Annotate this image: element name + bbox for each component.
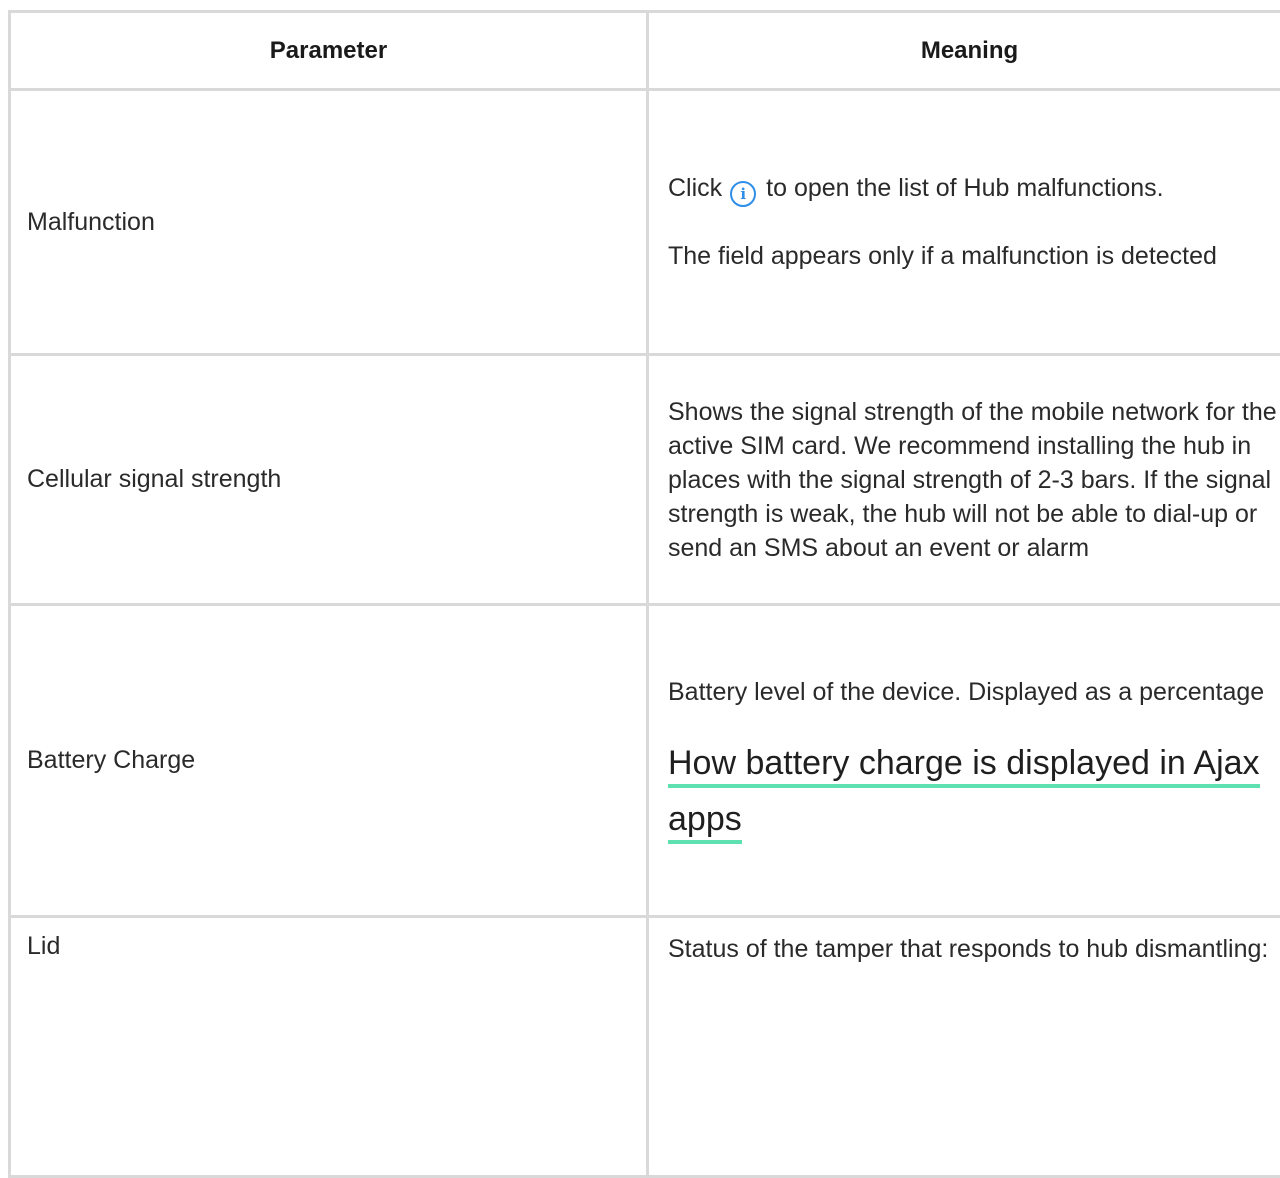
parameter-cell: Malfunction	[11, 91, 649, 353]
header-meaning: Meaning	[649, 13, 1280, 88]
table-header-row: Parameter Meaning	[11, 13, 1280, 91]
parameter-cell: Lid	[11, 918, 649, 1175]
header-parameter: Parameter	[11, 13, 649, 88]
meaning-after-icon-text: to open the list of Hub malfunctions.	[766, 174, 1164, 202]
meaning-cell: Status of the tamper that responds to hu…	[649, 918, 1280, 1175]
battery-link-wrapper: How battery charge is displayed in Ajax …	[668, 735, 1278, 847]
meaning-text: Status of the tamper that responds to hu…	[668, 935, 1269, 963]
meaning-note: The field appears only if a malfunction …	[668, 242, 1217, 270]
meaning-cell: Shows the signal strength of the mobile …	[649, 356, 1280, 603]
parameter-cell: Cellular signal strength	[11, 356, 649, 603]
meaning-cell: Battery level of the device. Displayed a…	[649, 606, 1280, 915]
table-row-malfunction: Malfunction Click i to open the list of Hu…	[11, 91, 1280, 356]
meaning-text: Click i to open the list of Hub malfunctio…	[668, 171, 1278, 207]
parameters-table: Parameter Meaning Malfunction Click i to o…	[8, 10, 1280, 1178]
parameter-cell: Battery Charge	[11, 606, 649, 915]
table-row-lid: Lid Status of the tamper that responds t…	[11, 918, 1280, 1178]
meaning-click-text: Click	[668, 174, 723, 202]
table-row-cellular-signal: Cellular signal strength Shows the signa…	[11, 356, 1280, 606]
info-icon[interactable]: i	[730, 181, 757, 207]
meaning-text: Battery level of the device. Displayed a…	[668, 677, 1265, 706]
meaning-text: Shows the signal strength of the mobile …	[668, 397, 1277, 562]
meaning-cell: Click i to open the list of Hub malfunctio…	[649, 91, 1280, 353]
table-row-battery-charge: Battery Charge Battery level of the devi…	[11, 606, 1280, 918]
battery-charge-link[interactable]: How battery charge is displayed in Ajax …	[668, 743, 1260, 844]
